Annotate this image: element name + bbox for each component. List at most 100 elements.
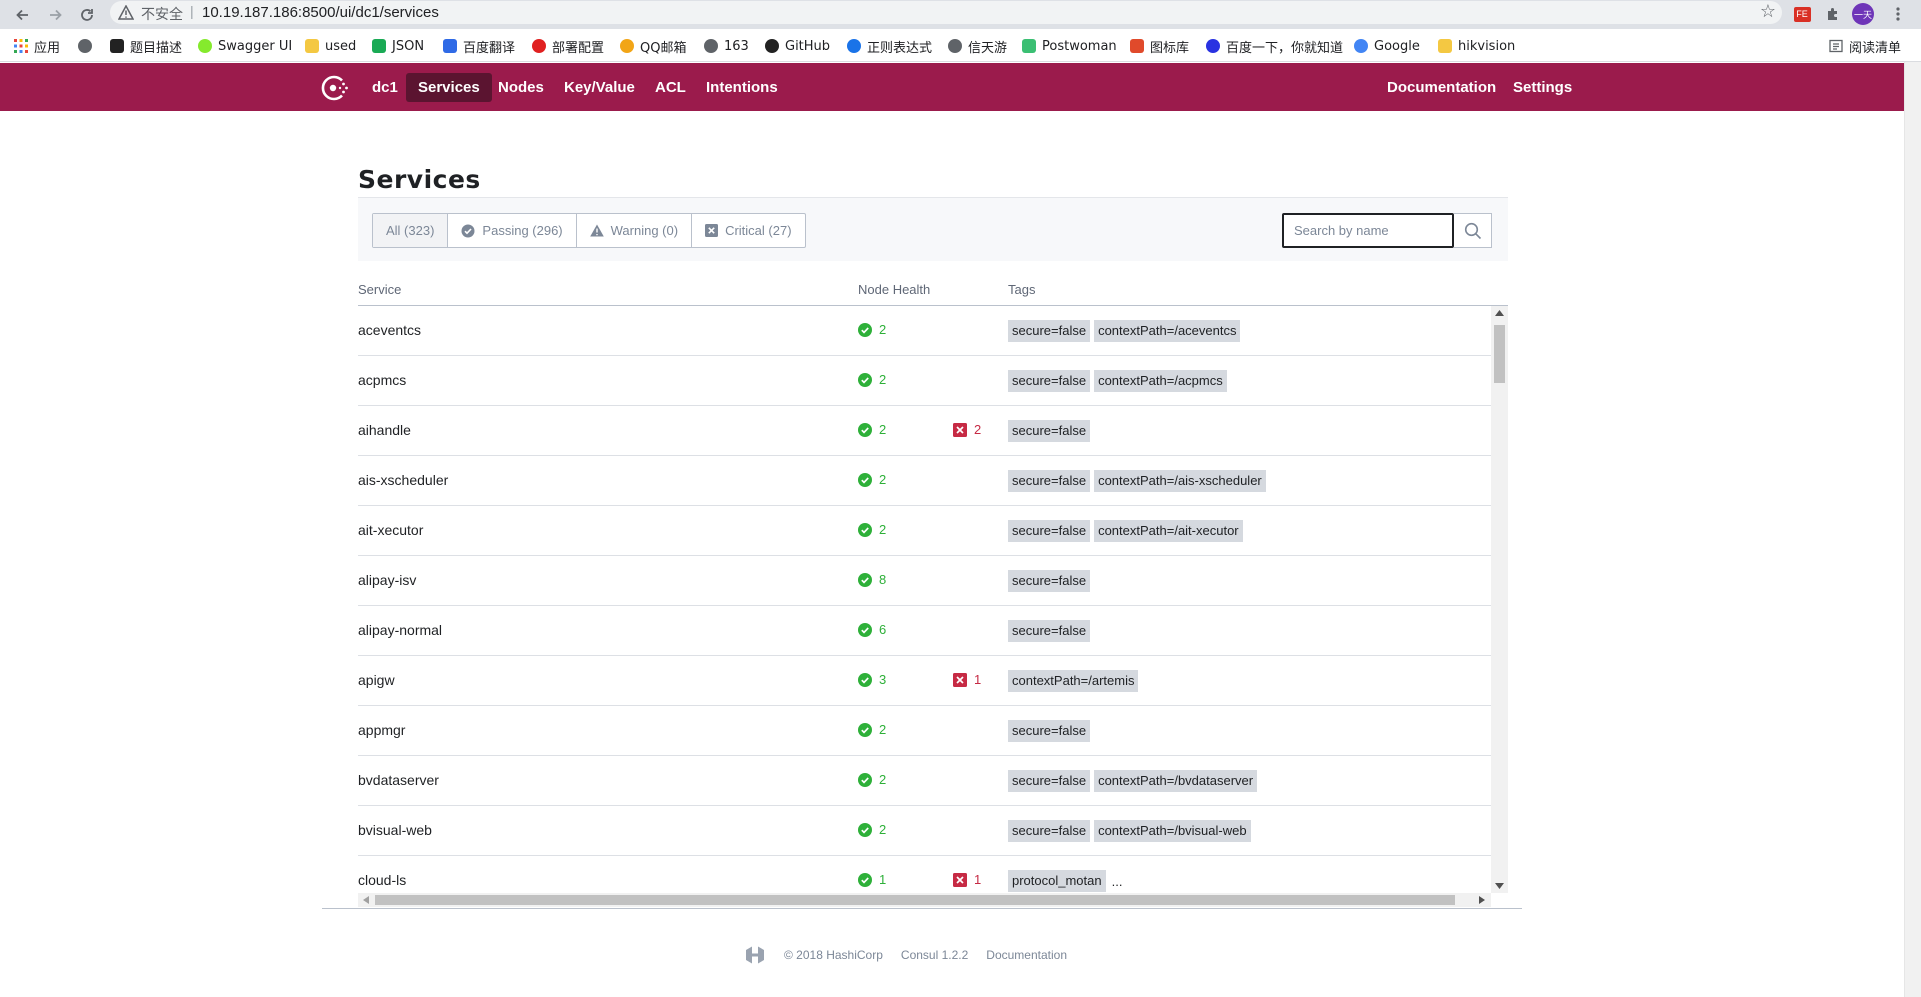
- globe-icon: [948, 39, 962, 53]
- extensions-puzzle-icon[interactable]: [1823, 4, 1843, 24]
- bookmark-item[interactable]: 图标库: [1130, 36, 1189, 56]
- bookmark-item[interactable]: 题目描述: [110, 36, 182, 56]
- nav-key-value[interactable]: Key/Value: [552, 73, 647, 102]
- translate-icon: [443, 39, 457, 53]
- table-row[interactable]: bvdataserver 2 secure=false contextPath=/bv…: [358, 756, 1491, 806]
- datacenter-selector[interactable]: dc1: [360, 73, 410, 102]
- table-row[interactable]: bvisual-web 2 secure=false contextPath=/bvi…: [358, 806, 1491, 856]
- service-name[interactable]: bvdataserver: [358, 772, 439, 788]
- table-row[interactable]: alipay-isv 8 secure=false: [358, 556, 1491, 606]
- reading-list-button[interactable]: 阅读清单: [1829, 36, 1901, 56]
- passing-checks: 2: [858, 422, 886, 437]
- service-name[interactable]: alipay-normal: [358, 622, 442, 638]
- service-tag: contextPath=/bvdataserver: [1094, 770, 1258, 792]
- table-horizontal-scrollbar[interactable]: [358, 893, 1491, 907]
- filter-critical[interactable]: Critical (27): [692, 214, 804, 247]
- critical-count: 1: [974, 872, 982, 887]
- globe-icon: [704, 39, 718, 53]
- passing-checks: 3: [858, 672, 886, 687]
- table-row[interactable]: alipay-normal 6 secure=false: [358, 606, 1491, 656]
- service-name[interactable]: appmgr: [358, 722, 405, 738]
- service-name[interactable]: cloud-ls: [358, 872, 406, 888]
- table-row[interactable]: ais-xscheduler 2 secure=false contextPath=/…: [358, 456, 1491, 506]
- browser-menu-icon[interactable]: [1888, 4, 1908, 24]
- table-row[interactable]: aihandle 2 2 secure=false: [358, 406, 1491, 456]
- bookmark-item[interactable]: 163: [704, 36, 749, 56]
- service-name[interactable]: ais-xscheduler: [358, 472, 448, 488]
- check-circle-icon: [858, 672, 872, 687]
- service-name[interactable]: aceventcs: [358, 322, 421, 338]
- service-name[interactable]: ait-xecutor: [358, 522, 423, 538]
- tag-list: secure=false: [1008, 620, 1091, 642]
- filter-warning[interactable]: Warning (0): [577, 214, 693, 247]
- nav-acl[interactable]: ACL: [643, 73, 698, 102]
- bookmark-item[interactable]: GitHub: [765, 36, 830, 56]
- search-button[interactable]: [1454, 213, 1492, 248]
- table-row[interactable]: cloud-ls 1 1 protocol_motan...: [358, 856, 1491, 893]
- nav-documentation[interactable]: Documentation: [1375, 73, 1508, 102]
- profile-avatar[interactable]: 一天: [1852, 3, 1874, 25]
- check-circle-icon: [858, 572, 872, 587]
- table-row[interactable]: ait-xecutor 2 secure=false contextPath=/ait…: [358, 506, 1491, 556]
- filter-passing[interactable]: Passing (296): [448, 214, 577, 247]
- bookmark-folder[interactable]: used: [305, 36, 356, 56]
- bookmark-apps[interactable]: 应用: [14, 36, 60, 56]
- passing-count: 2: [879, 422, 887, 437]
- table-row[interactable]: apigw 3 1 contextPath=/artemis: [358, 656, 1491, 706]
- consul-logo-icon[interactable]: [320, 74, 350, 102]
- bookmark-item[interactable]: 百度翻译: [443, 36, 515, 56]
- globe-icon: [78, 39, 92, 53]
- nav-nodes[interactable]: Nodes: [486, 73, 556, 102]
- service-name[interactable]: acpmcs: [358, 372, 406, 388]
- bookmark-item[interactable]: 信天游: [948, 36, 1007, 56]
- filter-all[interactable]: All (323): [373, 214, 449, 247]
- bookmark-item[interactable]: 百度一下，你就知道: [1206, 36, 1343, 56]
- service-name[interactable]: aihandle: [358, 422, 411, 438]
- table-vertical-scrollbar[interactable]: [1491, 306, 1508, 893]
- forward-button[interactable]: [40, 0, 69, 29]
- table-row[interactable]: aceventcs 2 secure=false contextPath=/aceve…: [358, 306, 1491, 356]
- reload-button[interactable]: [72, 0, 101, 29]
- bookmark-folder[interactable]: hikvision: [1438, 36, 1515, 56]
- bookmark-item[interactable]: Swagger UI: [198, 36, 292, 56]
- nav-services[interactable]: Services: [406, 73, 492, 102]
- browser-window: 不安全 | 10.19.187.186:8500/ui/dc1/services…: [0, 0, 1921, 997]
- url-text[interactable]: 10.19.187.186:8500/ui/dc1/services: [202, 4, 439, 21]
- critical-checks: 1: [953, 672, 981, 687]
- passing-count: 3: [879, 672, 887, 687]
- back-button[interactable]: [8, 0, 37, 29]
- bookmark-item[interactable]: Postwoman: [1022, 36, 1117, 56]
- bookmark-item[interactable]: Google: [1354, 36, 1420, 56]
- service-tag: protocol_motan: [1008, 870, 1106, 892]
- bookmark-item[interactable]: 部署配置: [532, 36, 604, 56]
- bookmark-item[interactable]: JSON: [372, 36, 424, 56]
- bookmark-globe[interactable]: [78, 36, 92, 56]
- table-row[interactable]: acpmcs 2 secure=false contextPath=/acpmcs: [358, 356, 1491, 406]
- nav-settings[interactable]: Settings: [1501, 73, 1584, 102]
- warning-icon: [589, 224, 604, 237]
- service-name[interactable]: alipay-isv: [358, 572, 416, 588]
- address-bar[interactable]: 不安全 | 10.19.187.186:8500/ui/dc1/services…: [110, 1, 1782, 24]
- scrollbar-thumb[interactable]: [1494, 325, 1505, 383]
- page-scrollbar[interactable]: [1904, 62, 1921, 997]
- service-tag: secure=false: [1008, 470, 1091, 492]
- extension-translate-icon[interactable]: FE: [1792, 4, 1812, 24]
- google-icon: [1354, 39, 1368, 53]
- icon-library-icon: [1130, 39, 1144, 53]
- bookmark-star-icon[interactable]: ☆: [1760, 1, 1776, 22]
- passing-count: 2: [879, 722, 887, 737]
- footer-documentation-link[interactable]: Documentation: [986, 948, 1067, 962]
- scrollbar-thumb[interactable]: [375, 895, 1455, 905]
- search-input[interactable]: [1282, 213, 1454, 248]
- check-circle-icon: [858, 472, 872, 487]
- nav-intentions[interactable]: Intentions: [694, 73, 790, 102]
- bookmark-item[interactable]: 正则表达式: [847, 36, 932, 56]
- passing-checks: 2: [858, 322, 886, 337]
- check-circle-icon: [858, 522, 872, 537]
- warning-icon: [118, 5, 134, 20]
- arrow-right-icon: [49, 9, 62, 20]
- bookmark-item[interactable]: QQ邮箱: [620, 36, 686, 56]
- service-name[interactable]: bvisual-web: [358, 822, 432, 838]
- table-row[interactable]: appmgr 2 secure=false: [358, 706, 1491, 756]
- service-name[interactable]: apigw: [358, 672, 395, 688]
